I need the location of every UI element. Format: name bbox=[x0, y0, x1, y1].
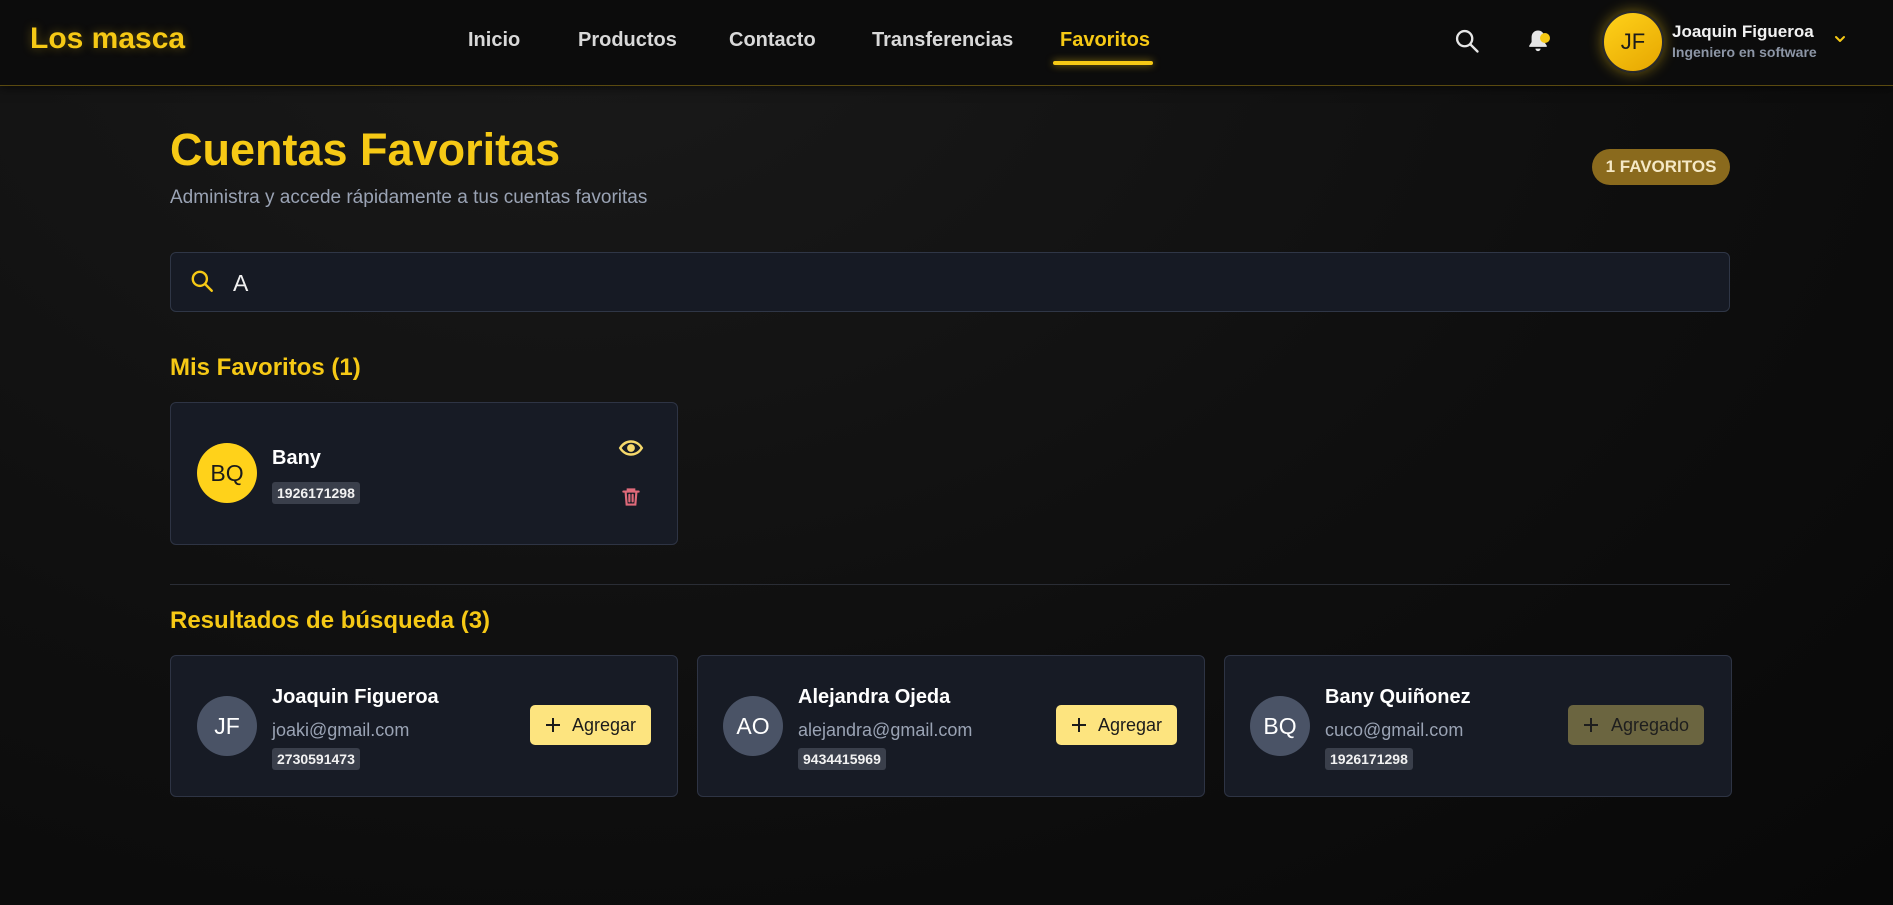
account-number-badge: 1926171298 bbox=[272, 482, 360, 504]
nav-item-favoritos[interactable]: Favoritos bbox=[1060, 29, 1150, 52]
account-number-badge: 9434415969 bbox=[798, 748, 886, 770]
page-title: Cuentas Favoritas bbox=[170, 124, 561, 175]
result-card: BQ Bany Quiñonez cuco@gmail.com 19261712… bbox=[1224, 655, 1732, 797]
avatar: AO bbox=[723, 696, 783, 756]
user-role: Ingeniero en software bbox=[1672, 44, 1817, 60]
chevron-down-icon[interactable] bbox=[1832, 31, 1848, 47]
eye-icon[interactable] bbox=[618, 435, 644, 461]
trash-icon[interactable] bbox=[618, 484, 644, 510]
plus-icon bbox=[1072, 718, 1086, 732]
result-card: AO Alejandra Ojeda alejandra@gmail.com 9… bbox=[697, 655, 1205, 797]
top-navbar: Los masca Inicio Productos Contacto Tran… bbox=[0, 0, 1893, 86]
result-name: Alejandra Ojeda bbox=[798, 686, 951, 708]
added-favorite-button[interactable]: Agregado bbox=[1568, 705, 1704, 745]
add-favorite-button[interactable]: Agregar bbox=[1056, 705, 1177, 745]
avatar: BQ bbox=[197, 443, 257, 503]
add-button-label: Agregar bbox=[1098, 715, 1163, 735]
result-email: cuco@gmail.com bbox=[1325, 720, 1464, 740]
add-button-label: Agregado bbox=[1611, 715, 1690, 735]
avatar: BQ bbox=[1250, 696, 1310, 756]
active-nav-indicator bbox=[1053, 61, 1153, 65]
favorites-count-badge: 1 FAVORITOS bbox=[1592, 149, 1730, 185]
results-section-title: Resultados de búsqueda (3) bbox=[170, 607, 491, 634]
nav-item-contacto[interactable]: Contacto bbox=[729, 29, 816, 52]
result-name: Bany Quiñonez bbox=[1325, 686, 1471, 708]
plus-icon bbox=[546, 718, 560, 732]
favorites-section-title: Mis Favoritos (1) bbox=[170, 354, 361, 381]
avatar: JF bbox=[197, 696, 257, 756]
brand-logo[interactable]: Los masca bbox=[30, 22, 185, 56]
result-card: JF Joaquin Figueroa joaki@gmail.com 2730… bbox=[170, 655, 678, 797]
nav-item-productos[interactable]: Productos bbox=[578, 29, 677, 52]
notification-dot bbox=[1540, 33, 1550, 43]
result-email: alejandra@gmail.com bbox=[798, 720, 973, 740]
favorite-name: Bany bbox=[272, 447, 321, 469]
section-divider bbox=[170, 584, 1730, 585]
search-icon bbox=[191, 270, 213, 292]
add-favorite-button[interactable]: Agregar bbox=[530, 705, 651, 745]
account-number-badge: 1926171298 bbox=[1325, 748, 1413, 770]
add-button-label: Agregar bbox=[572, 715, 637, 735]
user-avatar[interactable]: JF bbox=[1602, 11, 1664, 73]
search-bar bbox=[170, 252, 1730, 312]
user-name[interactable]: Joaquin Figueroa bbox=[1672, 22, 1814, 42]
account-number-badge: 2730591473 bbox=[272, 748, 360, 770]
result-name: Joaquin Figueroa bbox=[272, 686, 439, 708]
favorite-card[interactable]: BQ Bany 1926171298 bbox=[170, 402, 678, 545]
page-subtitle: Administra y accede rápidamente a tus cu… bbox=[170, 187, 648, 208]
plus-icon bbox=[1584, 718, 1598, 732]
search-input[interactable] bbox=[231, 263, 1715, 303]
nav-item-transferencias[interactable]: Transferencias bbox=[872, 29, 1013, 52]
result-email: joaki@gmail.com bbox=[272, 720, 410, 740]
search-icon[interactable] bbox=[1453, 27, 1481, 55]
nav-item-inicio[interactable]: Inicio bbox=[468, 29, 520, 52]
